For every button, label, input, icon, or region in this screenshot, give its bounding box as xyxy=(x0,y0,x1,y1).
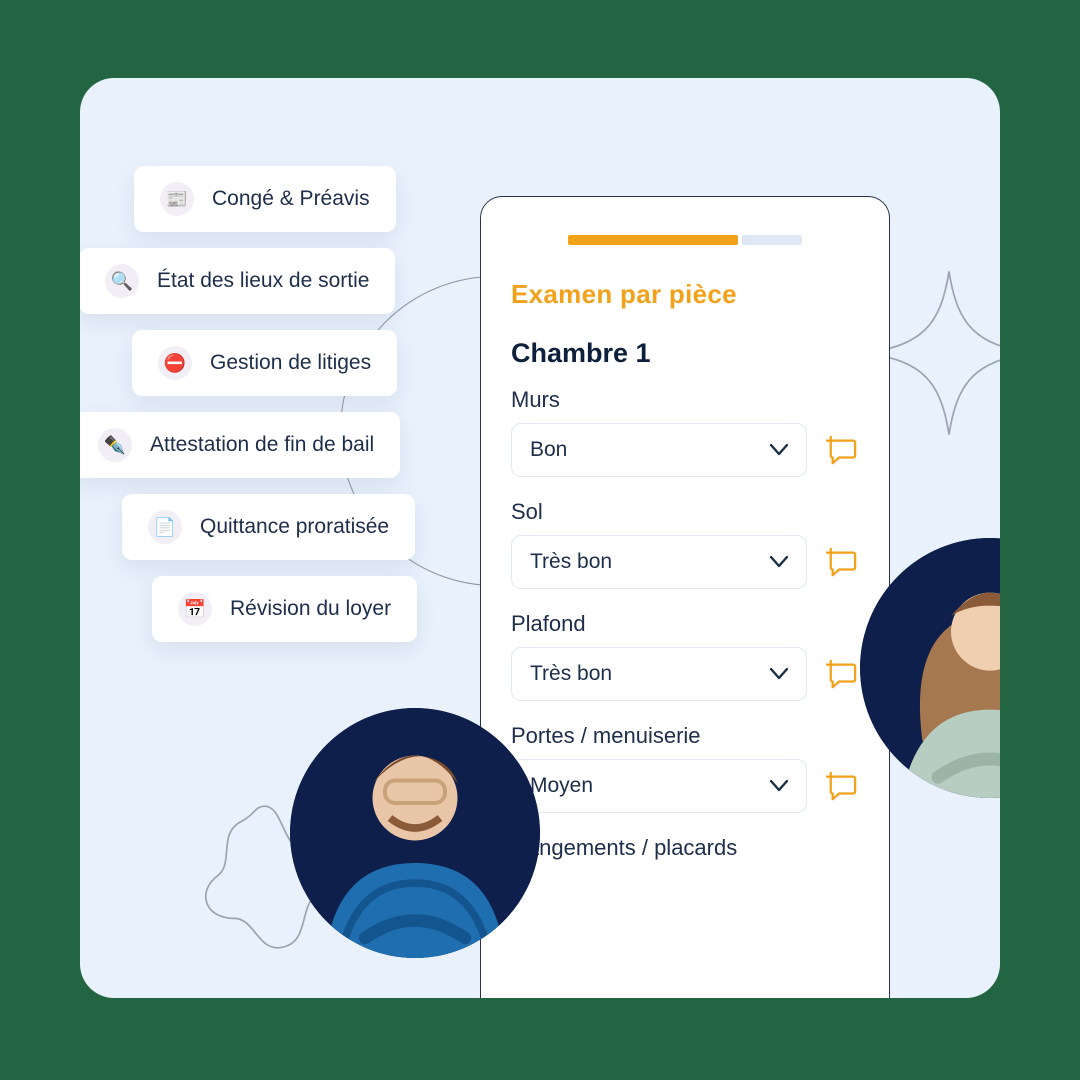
feature-list: 📰 Congé & Préavis 🔍 État des lieux de so… xyxy=(80,166,417,642)
chevron-down-icon xyxy=(770,550,788,574)
feature-label: Révision du loyer xyxy=(230,597,391,621)
field-murs: Murs Bon xyxy=(511,387,859,477)
feature-conge-preavis[interactable]: 📰 Congé & Préavis xyxy=(134,166,396,232)
feature-label: Congé & Préavis xyxy=(212,187,370,211)
feature-label: Gestion de litiges xyxy=(210,351,371,375)
add-comment-icon[interactable] xyxy=(825,547,859,577)
field-rangements-label: Rangements / placards xyxy=(511,835,859,861)
field-label: Sol xyxy=(511,499,859,525)
marketing-panel: 📰 Congé & Préavis 🔍 État des lieux de so… xyxy=(80,78,1000,998)
field-label: Plafond xyxy=(511,611,859,637)
document-icon: 📄 xyxy=(148,510,182,544)
select-murs[interactable]: Bon xyxy=(511,423,807,477)
newspaper-icon: 📰 xyxy=(160,182,194,216)
progress-segment-done xyxy=(568,235,738,245)
feature-gestion-litiges[interactable]: ⛔ Gestion de litiges xyxy=(132,330,397,396)
add-comment-icon[interactable] xyxy=(825,435,859,465)
select-portes[interactable]: Moyen xyxy=(511,759,807,813)
chevron-down-icon xyxy=(770,662,788,686)
feature-label: État des lieux de sortie xyxy=(157,269,369,293)
feature-etat-des-lieux[interactable]: 🔍 État des lieux de sortie xyxy=(80,248,395,314)
select-value: Moyen xyxy=(530,774,593,798)
calendar-icon: 📅 xyxy=(178,592,212,626)
inspection-form-card: Examen par pièce Chambre 1 Murs Bon Sol xyxy=(480,196,890,998)
progress-segment-remaining xyxy=(742,235,802,245)
form-title: Examen par pièce xyxy=(511,279,859,310)
pen-icon: ✒️ xyxy=(98,428,132,462)
progress-bar xyxy=(511,235,859,245)
chevron-down-icon xyxy=(770,438,788,462)
select-sol[interactable]: Très bon xyxy=(511,535,807,589)
feature-quittance-proratisee[interactable]: 📄 Quittance proratisée xyxy=(122,494,415,560)
select-plafond[interactable]: Très bon xyxy=(511,647,807,701)
chevron-down-icon xyxy=(770,774,788,798)
field-label: Portes / menuiserie xyxy=(511,723,859,749)
field-label: Murs xyxy=(511,387,859,413)
add-comment-icon[interactable] xyxy=(825,659,859,689)
field-plafond: Plafond Très bon xyxy=(511,611,859,701)
feature-label: Quittance proratisée xyxy=(200,515,389,539)
room-name: Chambre 1 xyxy=(511,338,859,369)
select-value: Très bon xyxy=(530,550,612,574)
select-value: Très bon xyxy=(530,662,612,686)
feature-revision-loyer[interactable]: 📅 Révision du loyer xyxy=(152,576,417,642)
magnifier-icon: 🔍 xyxy=(105,264,139,298)
field-sol: Sol Très bon xyxy=(511,499,859,589)
select-value: Bon xyxy=(530,438,567,462)
feature-label: Attestation de fin de bail xyxy=(150,433,374,457)
feature-attestation-fin-bail[interactable]: ✒️ Attestation de fin de bail xyxy=(80,412,400,478)
no-entry-icon: ⛔ xyxy=(158,346,192,380)
field-portes-menuiserie: Portes / menuiserie Moyen xyxy=(511,723,859,813)
avatar-man xyxy=(290,708,540,958)
add-comment-icon[interactable] xyxy=(825,771,859,801)
